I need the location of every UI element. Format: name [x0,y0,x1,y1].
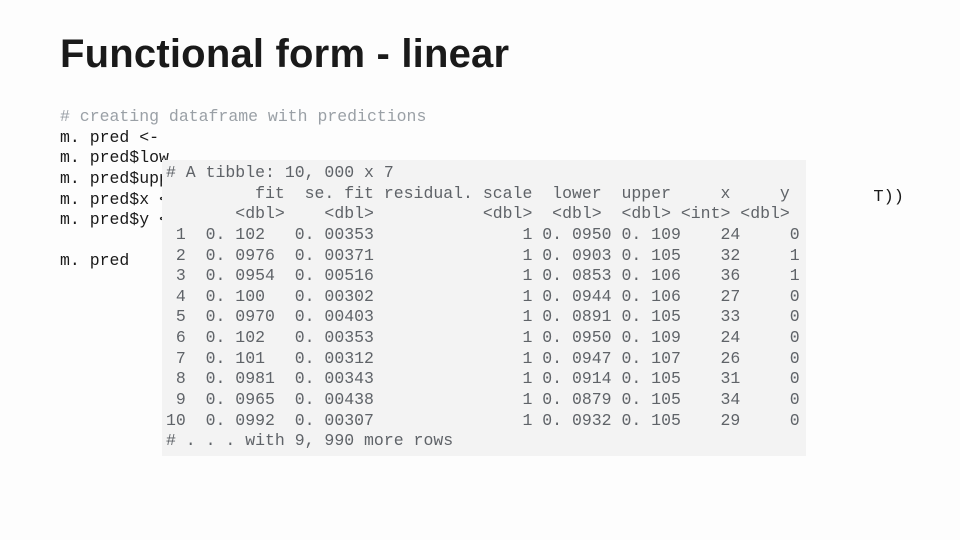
tibble-row: 4 0. 100 0. 00302 1 0. 0944 0. 106 27 0 [166,287,800,306]
code-line: m. pred [60,251,129,270]
slide-title: Functional form - linear [60,32,900,77]
tibble-row: 2 0. 0976 0. 00371 1 0. 0903 0. 105 32 1 [166,246,800,265]
tibble-row: 9 0. 0965 0. 00438 1 0. 0879 0. 105 34 0 [166,390,800,409]
code-comment: # creating dataframe with predictions [60,107,426,126]
code-line: m. pred <- [60,128,159,147]
tibble-coltypes: <dbl> <dbl> <dbl> <dbl> <dbl> <int> <dbl… [166,204,790,223]
tibble-row: 7 0. 101 0. 00312 1 0. 0947 0. 107 26 0 [166,349,800,368]
tibble-row: 8 0. 0981 0. 00343 1 0. 0914 0. 105 31 0 [166,369,800,388]
tibble-row: 6 0. 102 0. 00353 1 0. 0950 0. 109 24 0 [166,328,800,347]
trailing-code-fragment: T)) [873,188,904,207]
code-line: m. pred$low [60,148,169,167]
tibble-row: 1 0. 102 0. 00353 1 0. 0950 0. 109 24 0 [166,225,800,244]
tibble-row: 5 0. 0970 0. 00403 1 0. 0891 0. 105 33 0 [166,307,800,326]
tibble-row: 3 0. 0954 0. 00516 1 0. 0853 0. 106 36 1 [166,266,800,285]
code-line: m. pred$x < [60,190,169,209]
code-line: m. pred$y < [60,210,169,229]
tibble-output-box: # A tibble: 10, 000 x 7 fit se. fit resi… [162,160,806,456]
code-line: m. pred$upp [60,169,169,188]
slide: Functional form - linear # creating data… [0,0,960,540]
tibble-header: # A tibble: 10, 000 x 7 [166,163,394,182]
tibble-footer: # . . . with 9, 990 more rows [166,431,453,450]
tibble-colnames: fit se. fit residual. scale lower upper … [166,184,790,203]
tibble-row: 10 0. 0992 0. 00307 1 0. 0932 0. 105 29 … [166,411,800,430]
